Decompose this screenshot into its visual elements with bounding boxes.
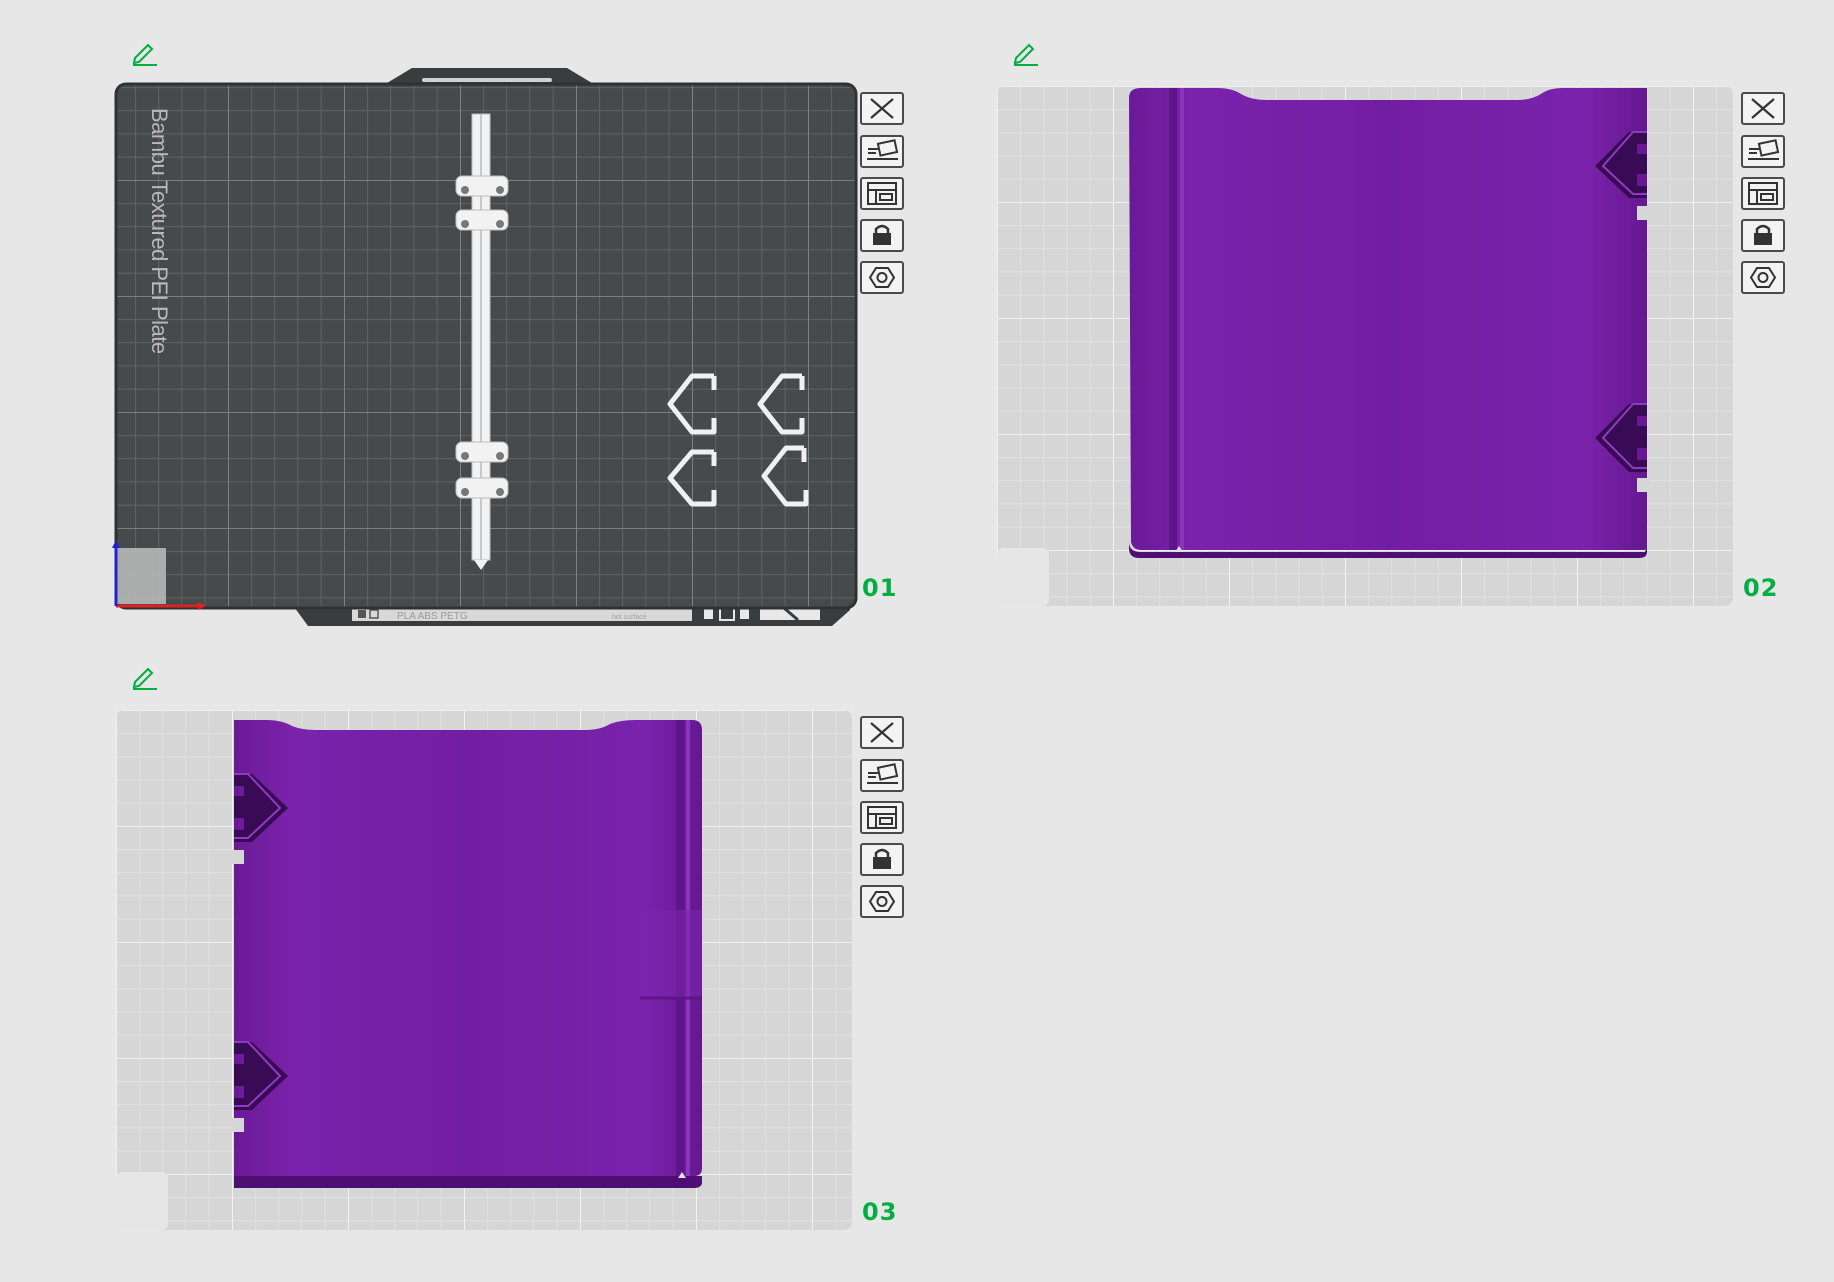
auto-arrange-icon [1748,139,1780,160]
plate-02-origin-marker [997,548,1049,606]
settings-icon [868,267,896,288]
edit-plate-name-pencil-icon[interactable] [1011,40,1041,66]
plate-02-purple-panel-model[interactable] [1129,88,1649,558]
plate-02-delete-button[interactable] [1741,92,1785,125]
close-icon [870,722,894,743]
settings-icon [1749,267,1777,288]
close-icon [870,98,894,119]
plate-03-auto-arrange-button[interactable] [860,759,904,792]
lock-icon [873,224,891,245]
plate-02-settings-button[interactable] [1741,261,1785,294]
plate-02-auto-arrange-button[interactable] [1741,135,1785,168]
plate-03-lock-button[interactable] [860,843,904,876]
lock-icon [873,848,891,869]
plate-02-number: 02 [1743,574,1779,602]
settings-icon [868,891,896,912]
edit-plate-name-pencil-icon[interactable] [130,40,160,66]
plate-02-build-plate[interactable] [997,86,1733,606]
plate-01-number: 01 [862,574,898,602]
close-icon [1751,98,1775,119]
lock-icon [1754,224,1772,245]
plate-01-auto-arrange-button[interactable] [860,135,904,168]
plate-03-layout-button[interactable] [860,801,904,834]
layout-icon [867,806,897,829]
plate-01-origin-marker [116,548,166,604]
plate-01-build-plate[interactable]: PLA ABS PETG hot surface [112,64,860,630]
auto-arrange-icon [867,139,899,160]
plate-03-build-plate[interactable] [116,710,852,1230]
plate-03-delete-button[interactable] [860,716,904,749]
plate-03-number: 03 [862,1198,898,1226]
plate-03-settings-button[interactable] [860,885,904,918]
plate-01-strip-text-2: hot surface [612,614,647,621]
plate-01-lock-button[interactable] [860,219,904,252]
plate-02-layout-button[interactable] [1741,177,1785,210]
plate-02-lock-button[interactable] [1741,219,1785,252]
layout-icon [1748,182,1778,205]
plate-03-origin-marker [116,1172,168,1230]
plate-01-strip-text: PLA ABS PETG [397,611,468,622]
plate-03-purple-panel-model[interactable] [232,720,702,1188]
plate-01-delete-button[interactable] [860,92,904,125]
edit-plate-name-pencil-icon[interactable] [130,664,160,690]
plate-01-bed-label: Bambu Textured PEI Plate [147,108,172,354]
layout-icon [867,182,897,205]
plate-01-layout-button[interactable] [860,177,904,210]
plate-01-settings-button[interactable] [860,261,904,294]
auto-arrange-icon [867,763,899,784]
